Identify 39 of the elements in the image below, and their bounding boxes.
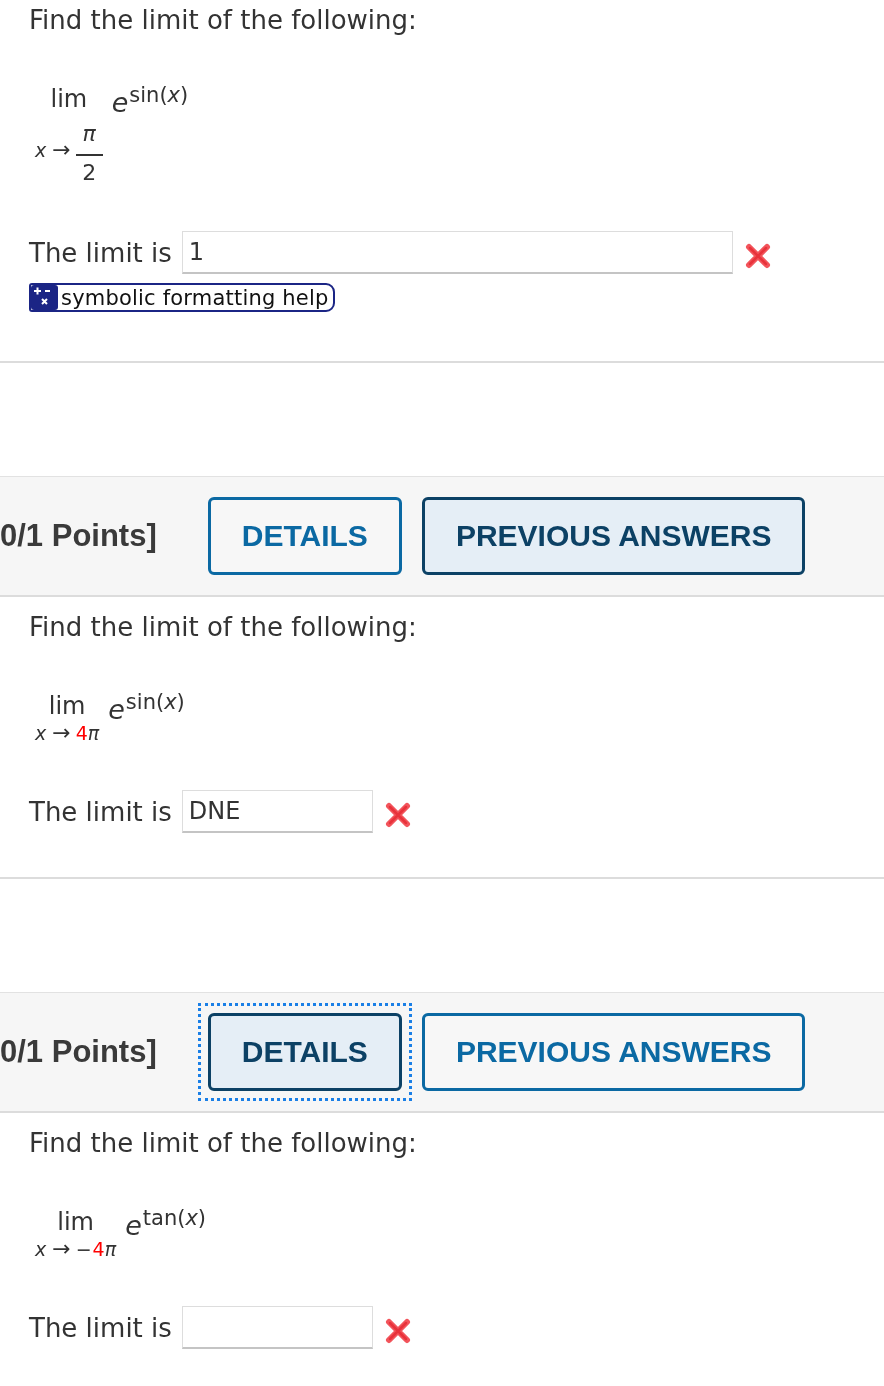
points-label: 0/1 Points]: [0, 1034, 157, 1070]
limit-variable: x: [35, 138, 47, 163]
limit-target-term: π: [104, 1237, 117, 1262]
answer-field[interactable]: 1: [181, 231, 733, 274]
exponential-base: e: [125, 1210, 142, 1241]
limit-operator: lim: [50, 85, 88, 113]
limit-target-term: 4: [75, 721, 88, 746]
arrow-symbol: →: [52, 720, 71, 746]
question-prompt: Find the limit of the following:: [29, 4, 418, 36]
symbolic-help-button[interactable]: symbolic formatting help: [29, 283, 335, 312]
exponent-text: sin(x): [125, 690, 185, 714]
answer-field[interactable]: [181, 1306, 373, 1349]
limit-operator: lim: [57, 1208, 94, 1236]
details-button[interactable]: DETAILS: [207, 497, 402, 575]
limit-variable: x: [35, 1237, 47, 1262]
fraction-denominator: 2: [82, 159, 97, 187]
exponent-text: tan(x): [142, 1206, 207, 1230]
answer-label: The limit is: [29, 795, 172, 828]
arrow-symbol: →: [52, 1236, 71, 1262]
previous-answers-button[interactable]: PREVIOUS ANSWERS: [421, 497, 806, 575]
limit-operator: lim: [48, 692, 86, 720]
answer-label: The limit is: [29, 1311, 172, 1344]
exponent-text: sin(x): [129, 83, 189, 107]
fraction-numerator: π: [82, 120, 96, 148]
details-button[interactable]: DETAILS: [207, 1013, 402, 1091]
previous-answers-button[interactable]: PREVIOUS ANSWERS: [421, 1013, 806, 1091]
arrow-symbol: →: [52, 137, 71, 163]
limit-target-term: π: [87, 721, 100, 746]
limit-target-term: 4: [92, 1237, 105, 1262]
answer-field[interactable]: DNE: [181, 790, 373, 833]
answer-label: The limit is: [29, 236, 172, 269]
math-symbols-icon: [31, 285, 58, 310]
limit-target-term: −: [75, 1237, 92, 1262]
exponential-base: e: [108, 694, 125, 725]
limit-variable: x: [35, 721, 47, 746]
question-prompt: Find the limit of the following:: [29, 611, 418, 643]
question-prompt: Find the limit of the following:: [29, 1127, 418, 1159]
points-label: 0/1 Points]: [0, 518, 157, 554]
exponential-base: e: [111, 87, 129, 118]
